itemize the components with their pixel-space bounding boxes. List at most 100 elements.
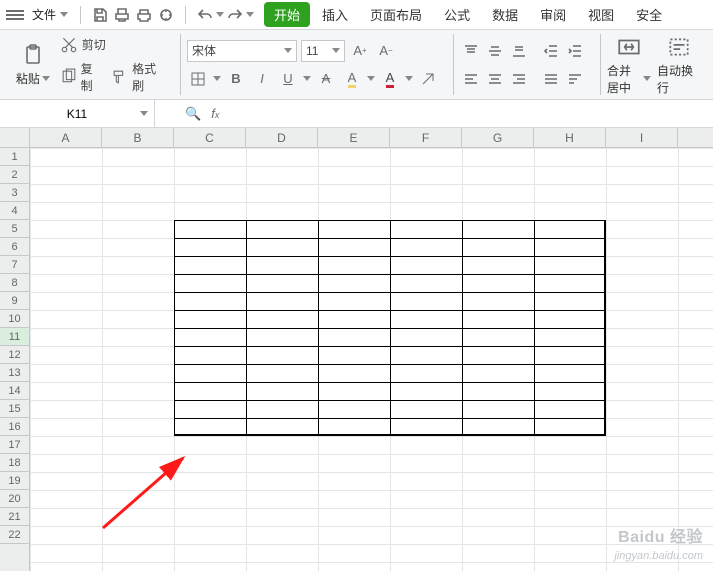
formula-input[interactable] — [229, 100, 713, 127]
cell-grid[interactable] — [30, 148, 713, 571]
column-header[interactable]: B — [102, 128, 174, 147]
row-header[interactable]: 2 — [0, 166, 29, 184]
justify-button[interactable] — [540, 68, 562, 90]
paintbrush-icon — [111, 68, 128, 86]
bold-button[interactable]: B — [225, 68, 247, 90]
chevron-down-icon[interactable] — [303, 76, 311, 81]
save-button[interactable] — [89, 4, 111, 26]
fx-icon[interactable]: fx — [211, 106, 219, 121]
merge-center-button[interactable]: 合并居中 — [607, 34, 651, 96]
align-center-button[interactable] — [484, 68, 506, 90]
tab-view[interactable]: 视图 — [578, 2, 624, 27]
cut-button[interactable]: 剪切 — [60, 36, 166, 54]
column-header[interactable]: E — [318, 128, 390, 147]
row-header[interactable]: 5 — [0, 220, 29, 238]
borders-button[interactable] — [187, 68, 209, 90]
redo-button[interactable] — [224, 4, 246, 26]
underline-button[interactable]: U — [277, 68, 299, 90]
chevron-down-icon[interactable] — [216, 12, 224, 17]
row-headers[interactable]: 1 2 3 4 5 6 7 8 9 10 11 12 13 14 15 16 1… — [0, 148, 30, 571]
row-header[interactable]: 10 — [0, 310, 29, 328]
chevron-down-icon[interactable] — [213, 76, 221, 81]
tab-data[interactable]: 数据 — [482, 2, 528, 27]
row-header[interactable]: 21 — [0, 508, 29, 526]
decrease-indent-button[interactable] — [540, 40, 562, 62]
font-color-button[interactable]: A — [379, 68, 401, 90]
format-painter-button[interactable]: 格式刷 — [111, 60, 166, 94]
select-all-corner[interactable] — [0, 128, 30, 148]
row-header[interactable]: 6 — [0, 238, 29, 256]
row-header[interactable]: 11 — [0, 328, 29, 346]
format-painter-label: 格式刷 — [132, 60, 166, 94]
column-header[interactable]: F — [390, 128, 462, 147]
tab-review[interactable]: 审阅 — [530, 2, 576, 27]
row-header[interactable]: 22 — [0, 526, 29, 544]
row-header[interactable]: 20 — [0, 490, 29, 508]
column-header[interactable]: I — [606, 128, 678, 147]
row-header[interactable]: 14 — [0, 382, 29, 400]
chevron-down-icon[interactable] — [367, 76, 375, 81]
align-middle-button[interactable] — [484, 40, 506, 62]
strikethrough-button[interactable]: A — [315, 68, 337, 90]
row-header[interactable]: 15 — [0, 400, 29, 418]
tab-insert[interactable]: 插入 — [312, 2, 358, 27]
chevron-down-icon[interactable] — [246, 12, 254, 17]
tab-home[interactable]: 开始 — [264, 2, 310, 27]
print-preview-button[interactable] — [111, 4, 133, 26]
align-bottom-button[interactable] — [508, 40, 530, 62]
tab-formulas[interactable]: 公式 — [434, 2, 480, 27]
zoom-icon[interactable]: 🔍 — [185, 106, 201, 122]
column-header[interactable]: A — [30, 128, 102, 147]
align-top-button[interactable] — [460, 40, 482, 62]
watermark-brand: Baidu 经验 — [618, 529, 703, 546]
column-headers[interactable]: A B C D E F G H I — [30, 128, 713, 148]
fill-color-button[interactable]: A — [341, 68, 363, 90]
wrap-text-button[interactable]: 自动换行 — [657, 34, 701, 96]
spreadsheet[interactable]: A B C D E F G H I 1 2 3 4 5 6 7 8 9 10 1… — [0, 128, 713, 571]
row-header[interactable]: 8 — [0, 274, 29, 292]
watermark-sub: jingyan.baidu.com — [614, 550, 703, 562]
column-header[interactable]: H — [534, 128, 606, 147]
row-header[interactable]: 9 — [0, 292, 29, 310]
italic-button[interactable]: I — [251, 68, 273, 90]
copy-button[interactable]: 复制 — [60, 60, 103, 94]
row-header[interactable]: 18 — [0, 454, 29, 472]
increase-indent-button[interactable] — [564, 40, 586, 62]
column-header[interactable]: D — [246, 128, 318, 147]
name-box-input[interactable] — [27, 106, 127, 122]
print-button[interactable] — [133, 4, 155, 26]
merge-cells-icon — [616, 34, 642, 60]
column-header[interactable]: C — [174, 128, 246, 147]
font-name-combo[interactable]: 宋体 — [187, 40, 297, 62]
chevron-down-icon[interactable] — [140, 111, 148, 116]
ribbon: 粘贴 剪切 复制 格式刷 宋体 — [0, 30, 713, 100]
chevron-down-icon[interactable] — [405, 76, 413, 81]
column-header[interactable]: G — [462, 128, 534, 147]
chevron-down-icon — [332, 48, 340, 53]
file-menu[interactable]: 文件 — [28, 4, 72, 25]
row-header[interactable]: 7 — [0, 256, 29, 274]
align-right-button[interactable] — [508, 68, 530, 90]
quick-action-button[interactable] — [155, 4, 177, 26]
increase-font-button[interactable]: A+ — [349, 40, 371, 62]
tab-page-layout[interactable]: 页面布局 — [360, 2, 432, 27]
row-header[interactable]: 19 — [0, 472, 29, 490]
row-header[interactable]: 13 — [0, 364, 29, 382]
row-header[interactable]: 3 — [0, 184, 29, 202]
clear-format-button[interactable] — [417, 68, 439, 90]
row-header[interactable]: 4 — [0, 202, 29, 220]
decrease-font-button[interactable]: A− — [375, 40, 397, 62]
orientation-button[interactable] — [564, 68, 586, 90]
row-header[interactable]: 1 — [0, 148, 29, 166]
name-box[interactable] — [0, 100, 155, 127]
paste-button[interactable]: 粘贴 — [12, 42, 54, 87]
row-header[interactable]: 16 — [0, 418, 29, 436]
undo-button[interactable] — [194, 4, 216, 26]
font-size-combo[interactable]: 11 — [301, 40, 345, 62]
menu-bar: 文件 开始 插入 页面布局 公式 数据 审阅 视图 安全 — [0, 0, 713, 30]
align-left-button[interactable] — [460, 68, 482, 90]
row-header[interactable]: 12 — [0, 346, 29, 364]
row-header[interactable]: 17 — [0, 436, 29, 454]
tab-security[interactable]: 安全 — [626, 2, 672, 27]
menu-hamburger-icon[interactable] — [6, 10, 24, 20]
